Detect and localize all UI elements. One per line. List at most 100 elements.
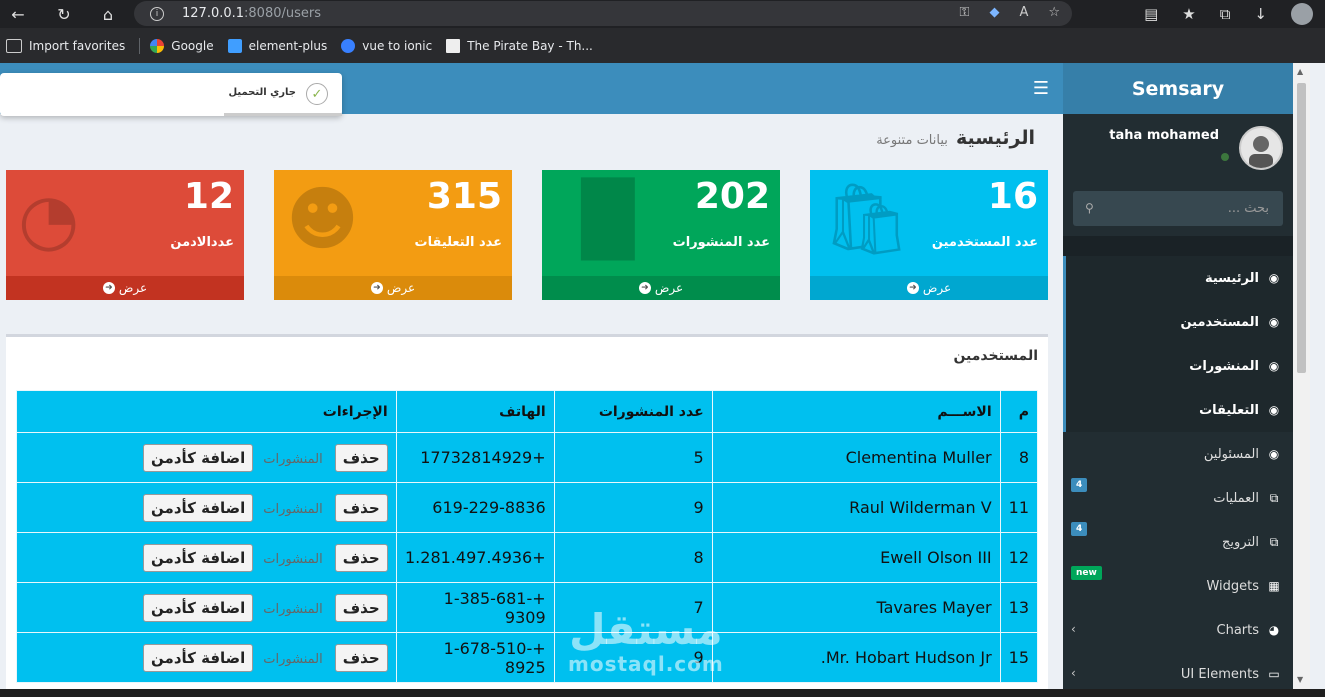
sidebar: taha mohamed بحث ... ⚲ الرئيسية ◉ المستخ…: [1063, 114, 1293, 697]
sidebar-menu: الرئيسية ◉ المستخدمين ◉ المنشورات ◉ التع…: [1063, 256, 1293, 696]
bookmarks-bar: Import favorites Google element-plus vue…: [0, 28, 1325, 63]
table-row: 11 Raul Wilderman V 9 619-229-8836 حذف ال…: [16, 482, 1039, 533]
scroll-up-icon[interactable]: ▲: [1297, 67, 1303, 76]
posts-link[interactable]: المنشورات: [263, 652, 322, 667]
sidebar-header: [1063, 236, 1293, 256]
stat-footer-link[interactable]: عرض ➜: [274, 276, 512, 300]
user-name: taha mohamed: [1109, 128, 1219, 143]
sidebar-item-widgets[interactable]: new Widgets ▦: [1063, 564, 1293, 608]
cell-actions: حذف المنشورات اضافة كأدمن: [16, 532, 397, 583]
downloads-icon[interactable]: ↓: [1254, 5, 1267, 23]
make-admin-button[interactable]: اضافة كأدمن: [143, 443, 254, 472]
stat-box-posts: ▐▌ 202 عدد المنشورات عرض ➜: [542, 170, 780, 300]
stat-footer-link[interactable]: عرض ➜: [6, 276, 244, 300]
sidebar-item-label: UI Elements: [1180, 666, 1259, 682]
sidebar-item-users[interactable]: المستخدمين ◉: [1063, 300, 1293, 344]
online-status-icon: [1221, 153, 1229, 161]
stat-footer-link[interactable]: عرض ➜: [810, 276, 1048, 300]
taskbar: [0, 689, 1325, 697]
toast-progress: [224, 113, 342, 116]
cell-posts: 8: [553, 532, 713, 583]
stat-footer-link[interactable]: عرض ➜: [542, 276, 780, 300]
info-icon[interactable]: i: [150, 6, 164, 21]
delete-button[interactable]: حذف: [334, 593, 388, 622]
browser-toolbar: ← ↻ ⌂ i 127.0.0.1:8080/users ⚿ ◆ A ☆ ▤ ★…: [0, 0, 1325, 28]
cell-id: 8: [999, 432, 1039, 483]
back-icon[interactable]: ←: [4, 0, 32, 28]
scroll-down-icon[interactable]: ▼: [1297, 675, 1303, 684]
home-icon[interactable]: ⌂: [94, 0, 122, 28]
bookmark-label: vue to ionic: [362, 38, 433, 53]
posts-link[interactable]: المنشورات: [263, 502, 322, 517]
cell-actions: حذف المنشورات اضافة كأدمن: [16, 582, 397, 633]
bookmark-google[interactable]: Google: [150, 38, 214, 53]
make-admin-button[interactable]: اضافة كأدمن: [143, 493, 254, 522]
check-icon: ✓: [306, 83, 328, 105]
tag-icon[interactable]: ◆: [989, 5, 999, 20]
add-favorite-icon[interactable]: ☆: [1048, 5, 1060, 20]
grid-icon: ▦: [1268, 579, 1280, 593]
read-aloud-icon[interactable]: A: [1019, 5, 1028, 20]
sidebar-search-input[interactable]: بحث ... ⚲: [1073, 191, 1283, 226]
cell-phone: +1-385-681-9309: [395, 582, 555, 633]
panel-title: المستخدمين: [953, 348, 1038, 364]
count-badge: 4: [1071, 478, 1088, 492]
sidebar-item-home[interactable]: الرئيسية ◉: [1063, 256, 1293, 300]
menu-toggle-icon[interactable]: ☰: [1033, 78, 1049, 99]
collections-icon[interactable]: ⧉: [1220, 5, 1231, 23]
page-scrollbar[interactable]: ▲ ▼: [1293, 63, 1310, 697]
column-header-posts: عدد المنشورات: [553, 390, 713, 433]
page-title: الرئيسية: [956, 127, 1035, 149]
column-header-phone: الهاتف: [395, 390, 555, 433]
bookmark-import[interactable]: Import favorites: [6, 38, 126, 53]
bookmark-pirate-bay[interactable]: The Pirate Bay - Th...: [446, 38, 593, 53]
arrow-circle-icon: ➜: [102, 282, 115, 294]
bookmark-element-plus[interactable]: element-plus: [227, 38, 327, 53]
cell-id: 11: [999, 482, 1039, 533]
sidebar-item-admins[interactable]: المسئولين ◉: [1063, 432, 1293, 476]
sidebar-item-label: التعليقات: [1199, 402, 1259, 418]
favorites-icon[interactable]: ★: [1182, 5, 1195, 23]
posts-link[interactable]: المنشورات: [263, 452, 322, 467]
dashboard-icon: ◉: [1268, 315, 1280, 329]
dashboard-icon: ◉: [1268, 359, 1280, 373]
copy-icon: ⧉: [1269, 490, 1279, 505]
ionic-icon: [341, 38, 356, 53]
sidebar-item-label: العمليات: [1213, 490, 1259, 506]
sidebar-item-promotion[interactable]: 4 الترويج ⧉: [1063, 520, 1293, 564]
scrollbar-thumb[interactable]: [1297, 83, 1306, 373]
watermark-line1: مستقل: [569, 605, 723, 654]
sidebar-item-operations[interactable]: 4 العمليات ⧉: [1063, 476, 1293, 520]
bookmark-vue-to-ionic[interactable]: vue to ionic: [341, 38, 433, 53]
app-logo[interactable]: Semsary: [1063, 63, 1293, 114]
google-icon: [150, 38, 165, 53]
delete-button[interactable]: حذف: [334, 543, 388, 572]
stat-value: 202: [694, 176, 770, 217]
sidebar-item-charts[interactable]: ‹ Charts ◕: [1063, 608, 1293, 652]
posts-link[interactable]: المنشورات: [263, 602, 322, 617]
sidebar-item-posts[interactable]: المنشورات ◉: [1063, 344, 1293, 388]
stat-value: 16: [987, 176, 1038, 217]
make-admin-button[interactable]: اضافة كأدمن: [143, 543, 254, 572]
address-bar[interactable]: i 127.0.0.1:8080/users ⚿ ◆ A ☆: [134, 1, 1072, 26]
search-icon[interactable]: ⚲: [1085, 201, 1094, 215]
extensions-icon[interactable]: ▤: [1144, 5, 1158, 23]
profile-icon[interactable]: [1291, 3, 1313, 25]
make-admin-button[interactable]: اضافة كأدمن: [143, 643, 254, 672]
delete-button[interactable]: حذف: [334, 443, 388, 472]
delete-button[interactable]: حذف: [334, 643, 388, 672]
bookmark-label: Import favorites: [29, 38, 126, 53]
cell-name: Tavares Mayer: [711, 582, 1001, 633]
reload-icon[interactable]: ↻: [50, 0, 78, 28]
table-row: 8 Clementina Muller 5 +17732814929 حذف ال…: [16, 432, 1039, 483]
cell-posts: 9: [553, 482, 713, 533]
chevron-left-icon: ‹: [1071, 622, 1076, 636]
toast-message: جاري التحميل: [228, 87, 296, 98]
key-icon[interactable]: ⚿: [960, 5, 970, 20]
bookmark-label: Google: [171, 38, 214, 53]
sidebar-item-comments[interactable]: التعليقات ◉: [1063, 388, 1293, 432]
cell-name: Raul Wilderman V: [711, 482, 1001, 533]
posts-link[interactable]: المنشورات: [263, 552, 322, 567]
delete-button[interactable]: حذف: [334, 493, 388, 522]
make-admin-button[interactable]: اضافة كأدمن: [143, 593, 254, 622]
